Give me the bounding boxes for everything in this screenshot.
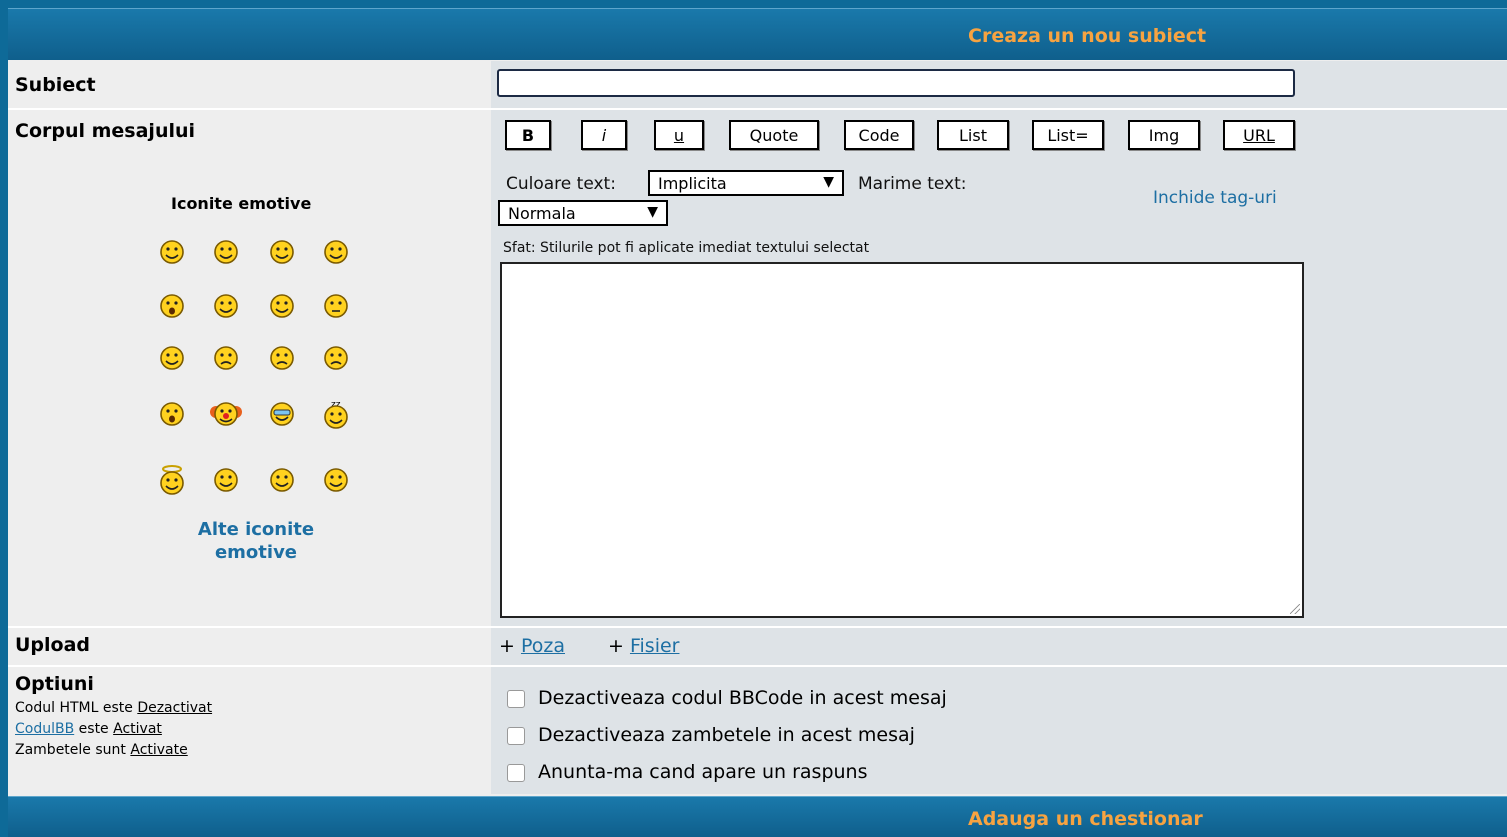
- resize-handle[interactable]: [1290, 604, 1300, 614]
- smileys-status-link[interactable]: Activate: [130, 742, 187, 758]
- message-body-row: Corpul mesajului Iconite emotive zz Alte…: [8, 110, 1507, 626]
- form-frame: Creaza un nou subiect Subiect Corpul mes…: [0, 0, 1507, 837]
- poll-title: Adauga un chestionar: [968, 808, 1203, 830]
- disable-bbcode-checkbox[interactable]: [507, 690, 525, 708]
- dropdown-arrow-icon: ▼: [647, 204, 658, 220]
- unhappy-icon[interactable]: [320, 342, 352, 374]
- list-button[interactable]: List: [937, 120, 1009, 150]
- sad-icon[interactable]: [210, 342, 242, 374]
- subject-input[interactable]: [497, 69, 1295, 97]
- close-tags-link[interactable]: Inchide tag-uri: [1153, 188, 1277, 208]
- dropdown-arrow-icon: ▼: [823, 174, 834, 190]
- clown-icon[interactable]: [210, 398, 242, 430]
- bbcode-link[interactable]: CodulBB: [15, 721, 74, 737]
- blush-icon[interactable]: [320, 464, 352, 496]
- wink-icon[interactable]: [266, 290, 298, 322]
- message-textarea[interactable]: [500, 262, 1304, 618]
- image-button[interactable]: Img: [1128, 120, 1200, 150]
- url-button[interactable]: URL: [1223, 120, 1295, 150]
- ordered-list-button[interactable]: List=: [1032, 120, 1104, 150]
- upload-label: Upload: [15, 634, 91, 656]
- cool-icon[interactable]: [266, 398, 298, 430]
- form-title: Creaza un nou subiect: [968, 25, 1207, 47]
- formatting-tip: Sfat: Stilurile pot fi aplicate imediat …: [503, 240, 870, 256]
- disable-smileys-label[interactable]: Dezactiveaza zambetele in acest mesaj: [538, 724, 915, 746]
- smile-icon[interactable]: [156, 236, 188, 268]
- bbcode-status-link[interactable]: Activat: [113, 721, 162, 737]
- upload-photo[interactable]: + Poza: [499, 635, 565, 657]
- bbcode-status: CodulBB este Activat: [15, 721, 162, 737]
- tongue-icon[interactable]: [210, 290, 242, 322]
- notify-reply-checkbox[interactable]: [507, 764, 525, 782]
- bold-button[interactable]: B: [505, 120, 551, 150]
- form-header: Creaza un nou subiect: [8, 8, 1507, 60]
- upload-row: Upload + Poza + Fisier: [8, 628, 1507, 665]
- more-emoticons-link[interactable]: Alte iconite emotive: [156, 518, 356, 564]
- poll-header: Adauga un chestionar: [8, 796, 1507, 837]
- neutral-icon[interactable]: [320, 290, 352, 322]
- laugh-icon[interactable]: [320, 236, 352, 268]
- subject-row: Subiect: [8, 61, 1507, 108]
- whistle-icon[interactable]: [210, 464, 242, 496]
- rolleyes-icon[interactable]: [266, 464, 298, 496]
- underline-button[interactable]: u: [654, 120, 704, 150]
- html-status-link[interactable]: Dezactivat: [137, 700, 212, 716]
- options-row: Optiuni Codul HTML este Dezactivat Codul…: [8, 667, 1507, 794]
- disable-smileys-checkbox[interactable]: [507, 727, 525, 745]
- text-color-select[interactable]: Implicita ▼: [648, 170, 844, 196]
- sleep-icon[interactable]: zz: [320, 398, 352, 430]
- html-status: Codul HTML este Dezactivat: [15, 700, 213, 716]
- text-size-label: Marime text:: [858, 174, 967, 194]
- upload-file-link[interactable]: Fisier: [630, 635, 680, 657]
- options-label: Optiuni: [15, 673, 94, 695]
- text-color-label: Culoare text:: [506, 174, 616, 194]
- italic-button[interactable]: i: [581, 120, 627, 150]
- smileys-status: Zambetele sunt Activate: [15, 742, 188, 758]
- confused-icon[interactable]: [156, 342, 188, 374]
- code-button[interactable]: Code: [844, 120, 914, 150]
- upload-file[interactable]: + Fisier: [608, 635, 679, 657]
- form-table: Creaza un nou subiect Subiect Corpul mes…: [8, 8, 1507, 837]
- surprised-icon[interactable]: [156, 290, 188, 322]
- crying-icon[interactable]: [266, 342, 298, 374]
- grin-icon[interactable]: [210, 236, 242, 268]
- shocked-icon[interactable]: [156, 398, 188, 430]
- quote-button[interactable]: Quote: [729, 120, 819, 150]
- message-body-label: Corpul mesajului: [15, 120, 196, 142]
- disable-bbcode-label[interactable]: Dezactiveaza codul BBCode in acest mesaj: [538, 687, 947, 709]
- happy-icon[interactable]: [266, 236, 298, 268]
- upload-photo-link[interactable]: Poza: [521, 635, 565, 657]
- emoticons-title: Iconite emotive: [171, 194, 312, 213]
- notify-reply-label[interactable]: Anunta-ma cand apare un raspuns: [538, 761, 868, 783]
- subject-label: Subiect: [15, 74, 96, 96]
- angel-icon[interactable]: [156, 464, 188, 496]
- text-size-select[interactable]: Normala ▼: [498, 200, 668, 226]
